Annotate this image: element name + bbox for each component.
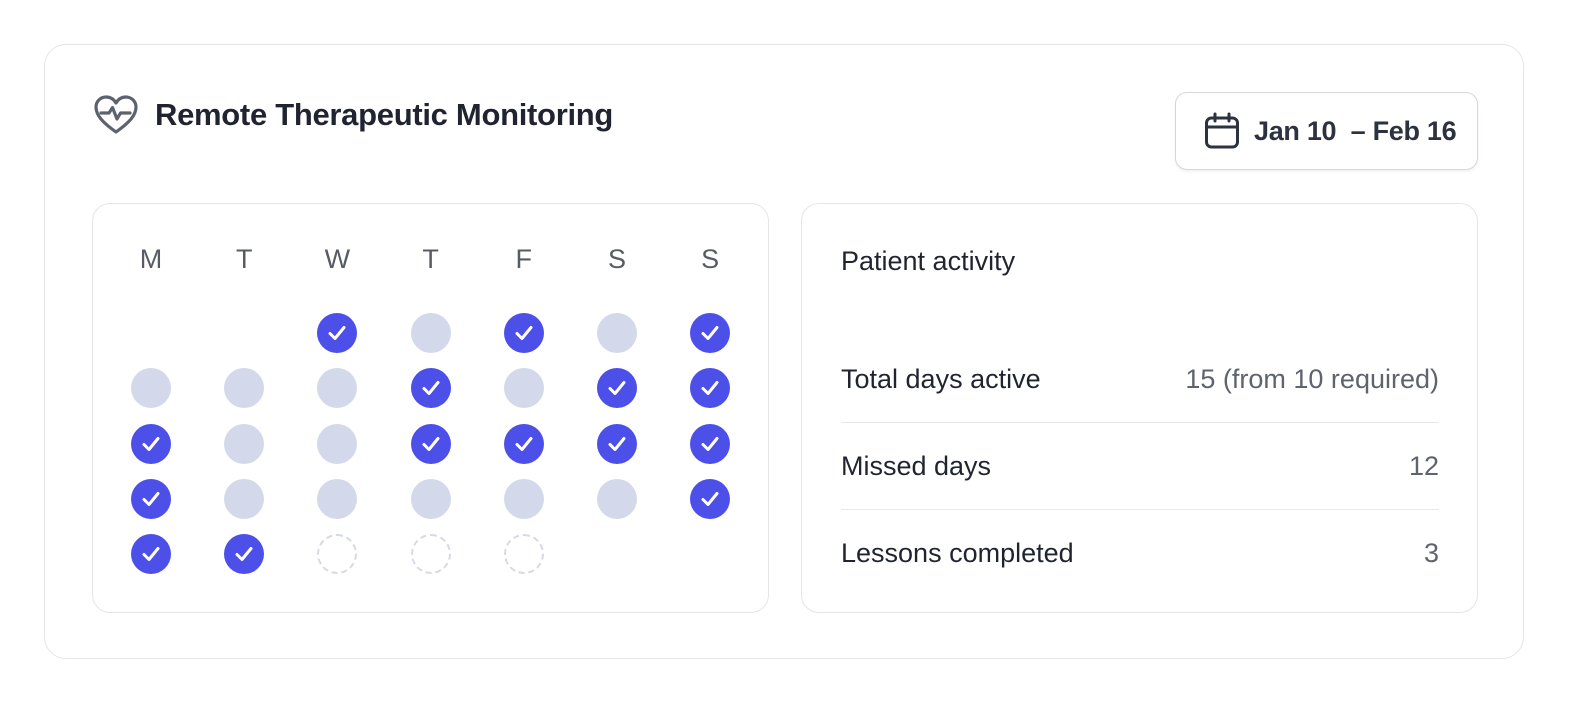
check-icon — [142, 491, 160, 506]
day-missed — [410, 313, 451, 353]
check-icon — [515, 326, 533, 340]
day-missed — [317, 478, 358, 519]
check-icon — [701, 491, 719, 506]
check-icon — [422, 381, 440, 396]
date-range-label: Jan 10 – Feb 16 — [1254, 115, 1457, 146]
day-active — [224, 534, 265, 575]
stat-value: 12 — [1408, 450, 1439, 481]
check-icon — [142, 547, 160, 562]
day-missed — [503, 368, 544, 409]
weekday-label: T — [422, 244, 439, 274]
patient-activity-panel: Patient activity Total days active 15 (f… — [801, 203, 1478, 613]
check-icon — [701, 436, 719, 451]
stat-label: Lessons completed — [841, 538, 1074, 568]
stat-label: Total days active — [841, 363, 1041, 394]
weekday-label: F — [515, 244, 533, 274]
day-active — [597, 368, 637, 409]
check-icon — [142, 436, 160, 451]
day-active — [690, 368, 731, 409]
day-missed — [224, 478, 265, 519]
day-active — [690, 423, 731, 464]
day-active — [690, 313, 731, 353]
day-missed — [410, 478, 451, 519]
check-icon — [235, 547, 253, 562]
card-title: Remote Therapeutic Monitoring — [155, 97, 614, 132]
day-missed — [224, 368, 265, 409]
weekday-label: S — [607, 244, 626, 274]
check-icon — [422, 436, 440, 451]
weekday-label: T — [235, 244, 253, 274]
check-icon — [608, 436, 626, 451]
day-active — [410, 423, 451, 464]
day-active — [131, 478, 171, 519]
day-active — [131, 534, 171, 575]
check-icon — [515, 436, 533, 451]
check-icon — [328, 326, 346, 340]
day-missed — [317, 368, 358, 409]
check-icon — [701, 381, 719, 396]
day-active — [503, 313, 544, 353]
day-missed — [224, 423, 265, 464]
day-missed — [131, 368, 171, 409]
day-missed — [597, 313, 637, 353]
patient-activity-title: Patient activity — [841, 246, 1016, 276]
day-missed — [317, 423, 358, 464]
calendar-icon — [1204, 112, 1240, 150]
day-active — [317, 313, 358, 353]
card-header: Remote Therapeutic Monitoring — [93, 93, 613, 137]
day-active — [131, 423, 171, 464]
day-missed — [597, 478, 637, 519]
day-missed — [503, 478, 544, 519]
rtm-card: Remote Therapeutic Monitoring Jan 10 – F… — [44, 44, 1524, 659]
weekday-label: M — [139, 244, 163, 274]
stat-row-lessons-completed: Lessons completed 3 — [841, 510, 1439, 597]
day-future — [317, 534, 358, 575]
activity-calendar: MTWTFSS — [92, 203, 769, 613]
stat-value: 15 (from 10 required) — [1185, 363, 1439, 394]
stat-row-missed-days: Missed days 12 — [841, 423, 1439, 510]
stat-row-total-days-active: Total days active 15 (from 10 required) — [841, 336, 1439, 423]
day-active — [503, 423, 544, 464]
date-range-button[interactable]: Jan 10 – Feb 16 — [1175, 92, 1478, 170]
heart-pulse-icon — [93, 94, 139, 136]
day-active — [690, 478, 731, 519]
day-future — [410, 534, 451, 575]
day-future — [503, 534, 544, 575]
day-active — [410, 368, 451, 409]
stat-label: Missed days — [841, 450, 992, 481]
weekday-label: S — [701, 244, 720, 274]
stat-value: 3 — [1423, 538, 1439, 568]
check-icon — [701, 326, 719, 340]
day-active — [597, 423, 637, 464]
check-icon — [608, 381, 626, 396]
weekday-label: W — [324, 244, 351, 274]
